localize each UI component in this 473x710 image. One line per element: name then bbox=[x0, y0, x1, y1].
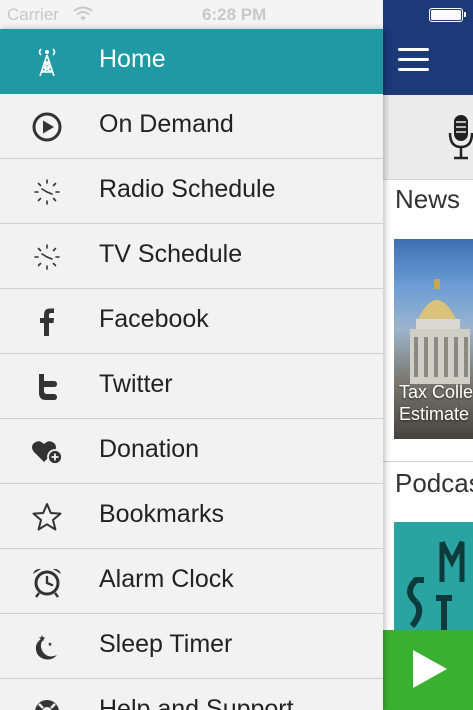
menu-item-alarm-clock[interactable]: Alarm Clock bbox=[0, 549, 383, 614]
play-circle-icon bbox=[31, 111, 63, 143]
live-stream-bar[interactable] bbox=[383, 95, 473, 180]
status-carrier: Carrier bbox=[7, 5, 59, 24]
menu-item-bookmarks[interactable]: Bookmarks bbox=[0, 484, 383, 549]
status-time: 6:28 PM bbox=[202, 5, 267, 24]
menu-item-twitter[interactable]: Twitter bbox=[0, 354, 383, 419]
lifebuoy-icon bbox=[31, 696, 63, 710]
news-card-caption-line-2: Estimate bbox=[399, 404, 470, 424]
clock-icon bbox=[31, 241, 63, 273]
hamburger-menu-icon[interactable] bbox=[398, 46, 430, 74]
menu-label-donation: Donation bbox=[99, 435, 200, 463]
play-icon bbox=[413, 650, 447, 688]
menu-label-bookmarks: Bookmarks bbox=[99, 500, 225, 528]
news-card-caption-line-1: Tax Colle bbox=[399, 382, 473, 402]
app-navbar bbox=[383, 0, 473, 95]
play-button[interactable] bbox=[383, 630, 473, 710]
alarm-clock-icon bbox=[31, 566, 63, 598]
podcast-artwork bbox=[394, 522, 473, 642]
menu-label-on-demand: On Demand bbox=[99, 110, 234, 138]
microphone-icon bbox=[448, 115, 473, 160]
news-section-title: News bbox=[395, 184, 461, 214]
menu-item-home[interactable]: Home bbox=[0, 29, 383, 94]
status-bar: Carrier 6:28 PM bbox=[0, 0, 383, 29]
section-divider bbox=[383, 461, 473, 462]
navigation-drawer: Home On Demand Radio Schedule TV Schedul… bbox=[0, 29, 383, 710]
clock-icon bbox=[31, 176, 63, 208]
menu-item-facebook[interactable]: Facebook bbox=[0, 289, 383, 354]
moon-stars-icon bbox=[31, 631, 63, 663]
news-card-caption: Tax Colle Estimate bbox=[399, 381, 473, 425]
menu-item-radio-schedule[interactable]: Radio Schedule bbox=[0, 159, 383, 224]
menu-item-help-and-support[interactable]: Help and Support bbox=[0, 679, 383, 710]
menu-item-on-demand[interactable]: On Demand bbox=[0, 94, 383, 159]
menu-label-home: Home bbox=[99, 45, 166, 73]
star-icon bbox=[31, 501, 63, 533]
menu-label-help-and-support: Help and Support bbox=[99, 695, 294, 710]
news-card[interactable]: Tax Colle Estimate bbox=[394, 239, 473, 439]
heart-plus-icon bbox=[31, 436, 63, 468]
menu-item-donation[interactable]: Donation bbox=[0, 419, 383, 484]
podcasts-section-title: Podcas bbox=[395, 468, 473, 498]
menu-label-sleep-timer: Sleep Timer bbox=[99, 630, 233, 658]
menu-label-radio-schedule: Radio Schedule bbox=[99, 175, 276, 203]
menu-item-sleep-timer[interactable]: Sleep Timer bbox=[0, 614, 383, 679]
battery-icon bbox=[429, 8, 466, 22]
twitter-icon bbox=[31, 371, 63, 403]
menu-label-twitter: Twitter bbox=[99, 370, 173, 398]
menu-item-tv-schedule[interactable]: TV Schedule bbox=[0, 224, 383, 289]
menu-label-tv-schedule: TV Schedule bbox=[99, 240, 243, 268]
facebook-icon bbox=[31, 306, 63, 338]
wifi-icon bbox=[73, 6, 93, 21]
background-app: News Tax Colle Estimate Podcas bbox=[383, 0, 473, 710]
radio-tower-icon bbox=[31, 46, 63, 78]
menu-label-facebook: Facebook bbox=[99, 305, 209, 333]
menu-label-alarm-clock: Alarm Clock bbox=[99, 565, 234, 593]
podcast-card[interactable] bbox=[394, 522, 473, 642]
capitol-image bbox=[410, 279, 470, 384]
